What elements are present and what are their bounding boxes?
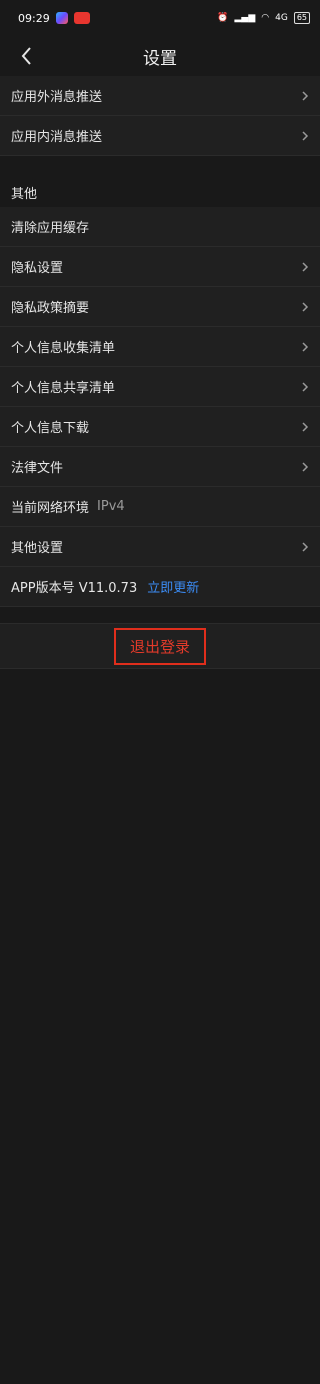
- battery-icon: 65: [293, 12, 310, 24]
- update-now-link[interactable]: 立即更新: [147, 577, 199, 596]
- section-title: 其他: [0, 174, 320, 207]
- row-label: 当前网络环境: [11, 501, 90, 516]
- row-label: 应用内消息推送: [11, 130, 103, 145]
- chevron-right-icon: [302, 261, 309, 272]
- chevron-right-icon: [302, 341, 309, 352]
- privacy-summary-row[interactable]: 隐私政策摘要: [0, 287, 320, 327]
- other-settings-row[interactable]: 其他设置: [0, 527, 320, 567]
- logout-row: 退出登录: [0, 623, 320, 669]
- chevron-right-icon: [302, 461, 309, 472]
- signal-icon: ▂▄▆: [234, 13, 256, 23]
- chevron-right-icon: [302, 541, 309, 552]
- row-label: 隐私政策摘要: [11, 301, 90, 316]
- row-label: 个人信息下载: [11, 421, 90, 436]
- network-env-row: 当前网络环境 IPv4: [0, 487, 320, 527]
- play-app-icon: [55, 12, 68, 24]
- version-label: APP版本号 V11.0.73: [11, 581, 138, 596]
- status-time: 09:29: [18, 11, 50, 25]
- legal-docs-row[interactable]: 法律文件: [0, 447, 320, 487]
- alarm-icon: ⏰: [217, 13, 229, 23]
- push-inside-row[interactable]: 应用内消息推送: [0, 116, 320, 156]
- chevron-right-icon: [302, 130, 309, 141]
- push-settings-list: 应用外消息推送 应用内消息推送: [0, 76, 320, 156]
- row-label: 个人信息共享清单: [11, 381, 116, 396]
- status-bar: 09:29 ⏰ ▂▄▆ ◠ 4G 65: [0, 0, 320, 36]
- row-label: 法律文件: [11, 461, 64, 476]
- info-share-list-row[interactable]: 个人信息共享清单: [0, 367, 320, 407]
- bottom-spacer: [0, 669, 320, 1384]
- section-divider: [0, 156, 320, 174]
- page-title: 设置: [143, 48, 177, 69]
- privacy-settings-row[interactable]: 隐私设置: [0, 247, 320, 287]
- row-label: 个人信息收集清单: [11, 341, 116, 356]
- chevron-right-icon: [302, 90, 309, 101]
- network-value: IPv4: [97, 499, 125, 514]
- row-label: 其他设置: [11, 541, 64, 556]
- news-app-icon: [73, 12, 90, 24]
- chevron-right-icon: [302, 301, 309, 312]
- network-type: 4G: [275, 13, 288, 23]
- info-download-row[interactable]: 个人信息下载: [0, 407, 320, 447]
- other-settings-list: 清除应用缓存 隐私设置 隐私政策摘要 个人信息收集清单 个人信息共享清单 个人信…: [0, 207, 320, 607]
- info-collect-list-row[interactable]: 个人信息收集清单: [0, 327, 320, 367]
- chevron-right-icon: [302, 421, 309, 432]
- row-label: 隐私设置: [11, 261, 64, 276]
- row-label: 应用外消息推送: [11, 90, 103, 105]
- clear-cache-row[interactable]: 清除应用缓存: [0, 207, 320, 247]
- push-outside-row[interactable]: 应用外消息推送: [0, 76, 320, 116]
- back-icon[interactable]: [14, 42, 42, 70]
- header: 设置: [0, 36, 320, 76]
- logout-button[interactable]: 退出登录: [113, 627, 206, 665]
- chevron-right-icon: [302, 381, 309, 392]
- section-divider: [0, 607, 320, 623]
- row-label: 清除应用缓存: [11, 221, 90, 236]
- wifi-icon: ◠: [261, 13, 270, 23]
- version-row: APP版本号 V11.0.73 立即更新: [0, 567, 320, 607]
